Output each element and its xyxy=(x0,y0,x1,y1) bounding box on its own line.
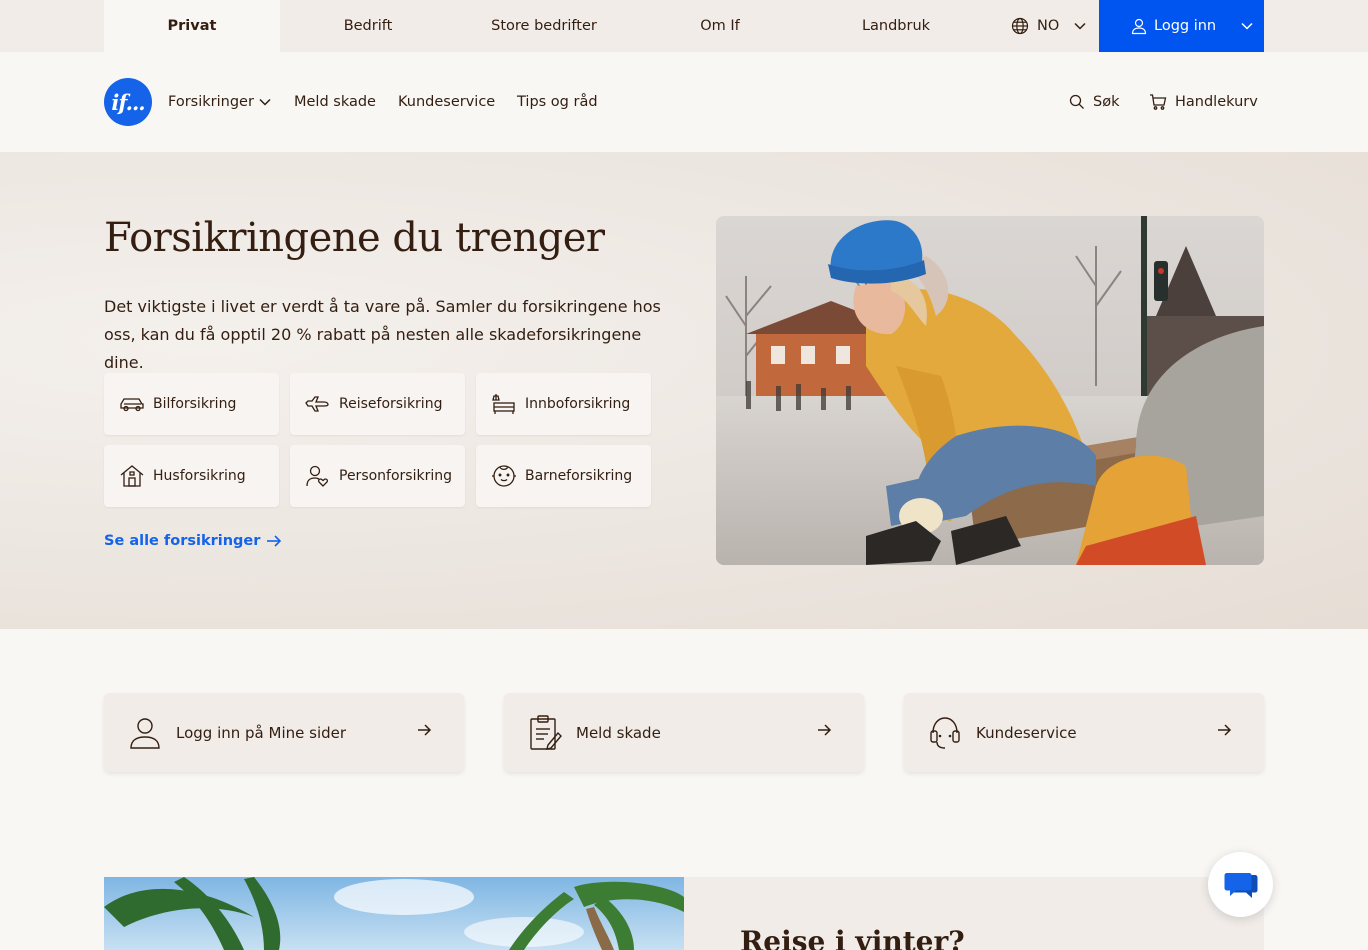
insurance-card-bil[interactable]: Bilforsikring xyxy=(104,373,279,435)
headset-icon xyxy=(930,716,960,749)
search-label: Søk xyxy=(1093,94,1120,110)
chevron-down-icon xyxy=(1241,22,1253,30)
quick-action-meld-skade[interactable]: Meld skade xyxy=(504,693,864,772)
arrow-right-icon xyxy=(418,724,432,736)
arrow-right-icon xyxy=(267,535,282,547)
clipboard-icon xyxy=(530,714,562,750)
language-label: NO xyxy=(1037,18,1060,34)
search-icon xyxy=(1069,94,1084,109)
chat-icon xyxy=(1224,872,1257,898)
arrow-right-icon xyxy=(818,724,832,736)
segment-tab-landbruk[interactable]: Landbruk xyxy=(808,0,984,52)
if-logo[interactable]: if... xyxy=(104,78,152,126)
hero-photo-woman-ice-skating xyxy=(716,216,1264,565)
furniture-icon xyxy=(492,394,515,414)
nav-item-forsikringer[interactable]: Forsikringer xyxy=(168,91,272,113)
segment-tab-privat[interactable]: Privat xyxy=(104,0,280,52)
login-button[interactable]: Logg inn xyxy=(1099,0,1264,52)
segment-tab-bedrift[interactable]: Bedrift xyxy=(280,0,456,52)
see-all-insurances-link[interactable]: Se alle forsikringer xyxy=(104,533,282,549)
house-icon xyxy=(120,465,144,487)
insurance-card-innbo[interactable]: Innboforsikring xyxy=(476,373,651,435)
insurance-card-barn[interactable]: Barneforsikring xyxy=(476,445,651,507)
insurance-card-reise[interactable]: Reiseforsikring xyxy=(290,373,465,435)
arrow-right-icon xyxy=(1218,724,1232,736)
chevron-down-icon xyxy=(259,98,271,106)
hero-text: Det viktigste i livet er verdt å ta vare… xyxy=(104,297,661,372)
car-icon xyxy=(120,398,144,412)
baby-icon xyxy=(492,465,516,487)
plane-icon xyxy=(305,396,329,412)
search-button[interactable]: Søk xyxy=(1069,91,1119,113)
chat-button[interactable] xyxy=(1208,852,1273,917)
nav-item-kundeservice[interactable]: Kundeservice xyxy=(398,91,495,113)
insurance-card-hus[interactable]: Husforsikring xyxy=(104,445,279,507)
nav-item-meld-skade[interactable]: Meld skade xyxy=(294,91,376,113)
cart-button[interactable]: Handlekurv xyxy=(1149,91,1258,113)
login-label: Logg inn xyxy=(1154,18,1217,34)
insurance-card-person[interactable]: Personforsikring xyxy=(290,445,465,507)
cart-label: Handlekurv xyxy=(1175,94,1258,110)
globe-icon xyxy=(1011,17,1029,35)
quick-action-login-mine-sider[interactable]: Logg inn på Mine sider xyxy=(104,693,464,772)
language-selector[interactable]: NO xyxy=(1011,0,1087,52)
segment-tab-store-bedrifter[interactable]: Store bedrifter xyxy=(456,0,632,52)
nav-item-tips-og-rad[interactable]: Tips og råd xyxy=(517,91,598,113)
cart-icon xyxy=(1150,94,1167,110)
promo-title: Reise i vinter? xyxy=(740,925,965,950)
chevron-down-icon xyxy=(1074,22,1086,30)
segment-tab-om-if[interactable]: Om If xyxy=(632,0,808,52)
hero-title: Forsikringene du trenger xyxy=(104,215,605,261)
promo-image-palm-trees xyxy=(104,877,684,950)
user-icon xyxy=(130,717,160,749)
segment-bar: Privat Bedrift Store bedrifter Om If Lan… xyxy=(0,0,1368,52)
person-heart-icon xyxy=(306,465,329,487)
user-icon xyxy=(1131,18,1147,35)
quick-action-kundeservice[interactable]: Kundeservice xyxy=(904,693,1264,772)
